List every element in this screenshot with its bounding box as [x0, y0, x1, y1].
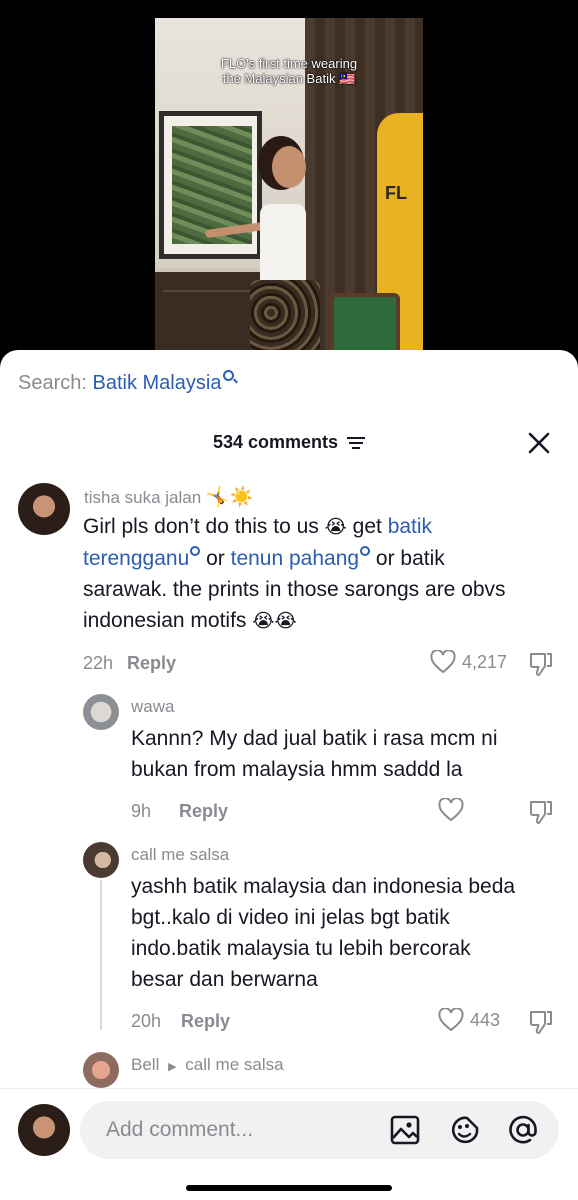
related-search[interactable]: Search: Batik Malaysia: [18, 370, 235, 395]
thread-line: [100, 880, 102, 1030]
caption-line-2: the Malaysian Batik 🇲🇾: [222, 71, 356, 86]
comments-count-header: 534 comments: [0, 432, 578, 453]
heart-icon: [430, 650, 456, 674]
comment-username[interactable]: call me salsa: [131, 845, 229, 865]
keyword-link-tenun-pahang[interactable]: tenun pahang: [231, 547, 359, 570]
like-button[interactable]: 443: [438, 1008, 500, 1032]
video-caption: FLO's first time wearing the Malaysian B…: [155, 56, 423, 86]
comment-meta: 22h Reply: [83, 653, 176, 674]
comments-count: 534 comments: [212, 432, 339, 452]
comment-username[interactable]: tisha suka jalan 🤸☀️: [84, 485, 253, 509]
mention-icon[interactable]: [507, 1114, 539, 1146]
search-prefix: Search:: [18, 372, 87, 394]
sort-filter-icon[interactable]: [347, 436, 366, 450]
image-icon[interactable]: [389, 1114, 421, 1146]
comment-time: 9h: [131, 801, 152, 821]
search-icon: [190, 546, 201, 556]
reply-button[interactable]: Reply: [181, 1011, 230, 1031]
comment-time: 22h: [83, 653, 114, 673]
video-person: [204, 146, 320, 360]
comments-sheet: Search: Batik Malaysia 534 comments tish…: [0, 350, 578, 1200]
reply-button[interactable]: Reply: [127, 653, 176, 673]
comment-meta: 20h Reply: [131, 1011, 230, 1032]
username-emoji: 🤸☀️: [205, 487, 254, 508]
reply-button[interactable]: Reply: [179, 801, 228, 821]
avatar[interactable]: [83, 694, 119, 730]
comment-meta: 9h Reply: [131, 801, 228, 822]
search-icon: [223, 370, 235, 381]
search-query-link[interactable]: Batik Malaysia: [93, 372, 222, 394]
comment-username[interactable]: Bell ▶ call me salsa: [131, 1055, 284, 1075]
comment-text: Girl pls don’t do this to us 😭 get batik…: [83, 515, 506, 632]
emoji-sticker-icon[interactable]: [449, 1114, 481, 1146]
dislike-icon[interactable]: [527, 798, 555, 826]
heart-icon: [438, 1008, 464, 1032]
heart-icon[interactable]: [438, 798, 464, 822]
like-button[interactable]: 4,217: [430, 650, 507, 674]
search-icon: [360, 546, 371, 556]
comment-text: yashh batik malaysia dan indonesia beda b…: [131, 875, 516, 991]
comment-text: Kannn? My dad jual batik i rasa mcm ni bu…: [131, 727, 498, 781]
video-player[interactable]: FL FLO's first time wearing the Malaysia…: [155, 18, 423, 360]
dislike-icon[interactable]: [527, 1008, 555, 1036]
my-avatar: [18, 1104, 70, 1156]
comment-time: 20h: [131, 1011, 162, 1031]
like-count: 4,217: [462, 651, 508, 672]
reply-to-username[interactable]: call me salsa: [185, 1055, 283, 1074]
comment-input[interactable]: Add comment...: [80, 1101, 559, 1159]
avatar[interactable]: [18, 483, 70, 535]
avatar[interactable]: [83, 842, 119, 878]
avatar[interactable]: [83, 1052, 119, 1088]
close-icon[interactable]: [526, 430, 552, 456]
comment-input-placeholder: Add comment...: [106, 1118, 254, 1141]
dislike-icon[interactable]: [527, 650, 555, 678]
like-count: 443: [470, 1009, 501, 1030]
comment-composer: Add comment...: [0, 1088, 578, 1200]
comment-username[interactable]: wawa: [131, 697, 174, 717]
reply-arrow-icon: ▶: [168, 1061, 177, 1073]
caption-line-1: FLO's first time wearing: [220, 56, 358, 71]
home-indicator: [186, 1185, 392, 1191]
